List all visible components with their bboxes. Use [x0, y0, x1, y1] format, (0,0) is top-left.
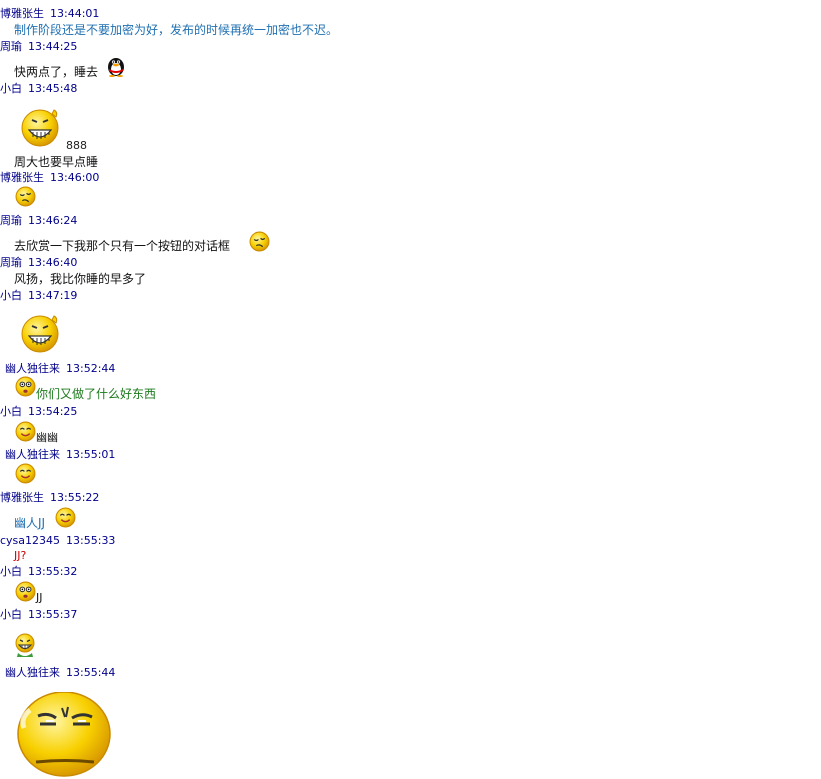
message-header: 小白 13:55:37	[0, 608, 77, 621]
message-text: 制作阶段还是不要加密为好，发布的时候再统一加密也不迟。	[14, 23, 339, 37]
timestamp: 13:55:37	[28, 608, 78, 621]
sender-name[interactable]: 周瑜	[0, 256, 22, 269]
sleepy-emoticon-icon	[249, 231, 270, 252]
message-text: 幽人JJ	[14, 516, 46, 530]
sender-name[interactable]: 幽人独往来	[5, 362, 60, 375]
smile-emoticon-icon	[55, 507, 76, 528]
grin-emoticon-icon	[21, 109, 59, 147]
message-header: 周瑜 13:46:24	[0, 214, 77, 227]
message-text: 去欣赏一下我那个只有一个按钮的对话框	[14, 239, 231, 253]
timestamp: 13:45:48	[28, 82, 78, 95]
timestamp: 13:44:01	[50, 7, 100, 20]
message-text: JJ	[36, 591, 43, 604]
timestamp: 13:55:33	[66, 534, 116, 547]
message-text: 幽幽	[36, 431, 58, 444]
laugh-emoticon-icon	[15, 633, 35, 657]
message-header: 小白 13:47:19	[0, 289, 77, 302]
smile-emoticon-icon	[15, 421, 36, 442]
chat-log: 博雅张生 13:44:01 制作阶段还是不要加密为好，发布的时候再统一加密也不迟。…	[0, 0, 821, 779]
timestamp: 13:55:32	[28, 565, 78, 578]
sender-name[interactable]: 博雅张生	[0, 491, 44, 504]
timestamp: 13:54:25	[28, 405, 78, 418]
penguin-icon	[108, 58, 124, 77]
smile-emoticon-icon	[15, 463, 36, 484]
sender-name[interactable]: 博雅张生	[0, 171, 44, 184]
sender-name[interactable]: 幽人独往来	[5, 666, 60, 679]
timestamp: 13:55:22	[50, 491, 100, 504]
message-header: 博雅张生 13:44:01	[0, 7, 99, 20]
message-header: 博雅张生 13:55:22	[0, 491, 99, 504]
message-header: cysa12345 13:55:33	[0, 534, 115, 547]
message-text: 888	[66, 139, 87, 152]
sender-name[interactable]: cysa12345	[0, 534, 60, 547]
timestamp: 13:52:44	[66, 362, 116, 375]
message-header: 幽人独往来 13:55:01	[5, 448, 115, 461]
sender-name[interactable]: 小白	[0, 82, 22, 95]
sneer-emoticon-icon	[17, 692, 111, 777]
sender-name[interactable]: 周瑜	[0, 214, 22, 227]
message-header: 小白 13:55:32	[0, 565, 77, 578]
message-header: 小白 13:45:48	[0, 82, 77, 95]
message-text: 风扬，我比你睡的早多了	[14, 272, 147, 286]
sender-name[interactable]: 周瑜	[0, 40, 22, 53]
timestamp: 13:46:24	[28, 214, 78, 227]
message-header: 博雅张生 13:46:00	[0, 171, 99, 184]
sender-name[interactable]: 博雅张生	[0, 7, 44, 20]
sender-name[interactable]: 小白	[0, 289, 22, 302]
message-text: 周大也要早点睡	[14, 155, 99, 169]
message-text: 你们又做了什么好东西	[36, 387, 157, 401]
message-header: 周瑜 13:44:25	[0, 40, 77, 53]
sender-name[interactable]: 小白	[0, 405, 22, 418]
surprised-emoticon-icon	[15, 581, 36, 602]
timestamp: 13:55:44	[66, 666, 116, 679]
timestamp: 13:55:01	[66, 448, 116, 461]
message-text: JJ?	[14, 549, 27, 562]
message-header: 周瑜 13:46:40	[0, 256, 77, 269]
message-header: 小白 13:54:25	[0, 405, 77, 418]
sender-name[interactable]: 小白	[0, 565, 22, 578]
timestamp: 13:46:00	[50, 171, 100, 184]
message-text: 快两点了，睡去	[14, 65, 99, 79]
timestamp: 13:47:19	[28, 289, 78, 302]
sender-name[interactable]: 小白	[0, 608, 22, 621]
grin-emoticon-icon	[21, 315, 59, 353]
timestamp: 13:44:25	[28, 40, 78, 53]
timestamp: 13:46:40	[28, 256, 78, 269]
sender-name[interactable]: 幽人独往来	[5, 448, 60, 461]
sleepy-emoticon-icon	[15, 186, 36, 207]
message-header: 幽人独往来 13:52:44	[5, 362, 115, 375]
surprised-emoticon-icon	[15, 376, 36, 397]
message-header: 幽人独往来 13:55:44	[5, 666, 115, 679]
